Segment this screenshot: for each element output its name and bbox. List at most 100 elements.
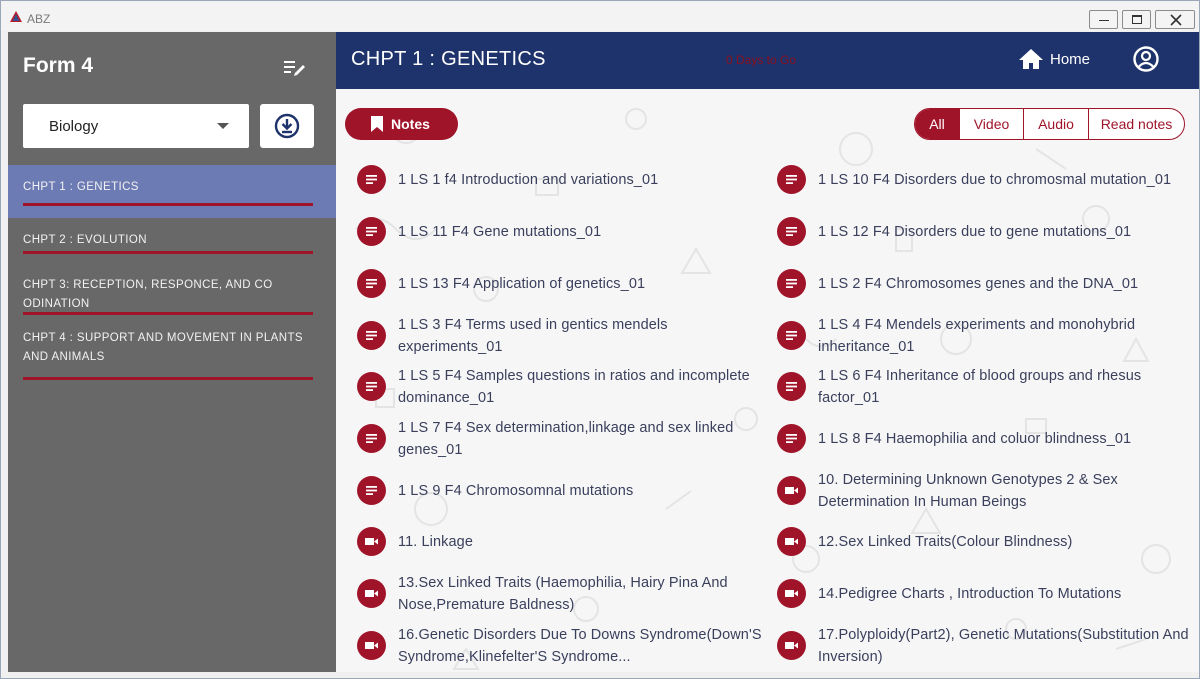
download-button[interactable] — [260, 104, 314, 148]
list-item-title: 12.Sex Linked Traits(Colour Blindness) — [818, 534, 1073, 550]
list-item[interactable]: 1 LS 10 F4 Disorders due to chromosmal m… — [777, 158, 1187, 202]
maximize-button[interactable] — [1122, 10, 1151, 29]
list-item[interactable]: 1 LS 3 F4 Terms used in gentics mendels … — [357, 314, 767, 358]
list-item[interactable]: 1 LS 12 F4 Disorders due to gene mutatio… — [777, 210, 1187, 254]
list-item-title: 1 LS 7 F4 Sex determination,linkage and … — [398, 420, 734, 458]
list-item[interactable]: 1 LS 7 F4 Sex determination,linkage and … — [357, 417, 767, 461]
chapter-item-evolution[interactable]: CHPT 2 : EVOLUTION — [8, 218, 336, 258]
list-item[interactable]: 1 LS 1 f4 Introduction and variations_01 — [357, 158, 767, 202]
list-item-title: 11. Linkage — [398, 534, 474, 550]
list-item-title: 1 LS 11 F4 Gene mutations_01 — [398, 224, 602, 240]
list-item-wrapper: 10. Determining Unknown Genotypes 2 & Se… — [818, 469, 1190, 513]
list-item-wrapper: 1 LS 5 F4 Samples questions in ratios an… — [398, 365, 770, 409]
list-item-wrapper: 13.Sex Linked Traits (Haemophilia, Hairy… — [398, 572, 770, 616]
list-item-title: 1 LS 10 F4 Disorders due to chromosmal m… — [818, 172, 1172, 188]
list-item-title: 1 LS 1 f4 Introduction and variations_01 — [398, 172, 659, 188]
home-icon — [1019, 49, 1043, 69]
subject-select[interactable]: Biology — [23, 104, 249, 148]
home-label: Home — [1050, 51, 1091, 68]
document-lines-icon — [777, 165, 806, 194]
list-item-wrapper: 1 LS 2 F4 Chromosomes genes and the DNA_… — [818, 262, 1190, 306]
app-window: ABZ Form 4 Biology CHPT 1: GENETICS CHP… — [0, 0, 1200, 679]
list-item[interactable]: 14.Pedigree Charts , Introduction To Mut… — [777, 572, 1187, 616]
document-lines-icon — [777, 269, 806, 298]
list-item-wrapper: 12.Sex Linked Traits(Colour Blindness) — [818, 520, 1190, 564]
app-title: ABZ — [27, 12, 51, 26]
list-item[interactable]: 1 LS 4 F4 Mendels experiments and monohy… — [777, 314, 1187, 358]
list-item-wrapper: 17.Polyploidy(Part2), Genetic Mutations(… — [818, 624, 1190, 668]
list-item-title: 1 LS 6 F4 Inheritance of blood groups an… — [818, 368, 1142, 406]
close-icon — [1170, 14, 1182, 26]
document-lines-icon — [357, 165, 386, 194]
list-item[interactable]: 1 LS 13 F4 Application of genetics_01 — [357, 262, 767, 306]
list-item-title: 1 LS 8 F4 Haemophilia and coluor blindne… — [818, 431, 1132, 447]
list-item-wrapper: 1 LS 4 F4 Mendels experiments and monohy… — [818, 314, 1190, 358]
minimize-button[interactable] — [1089, 10, 1118, 29]
document-lines-icon — [357, 476, 386, 505]
list-item[interactable]: 12.Sex Linked Traits(Colour Blindness) — [777, 520, 1187, 564]
list-item-wrapper: 1 LS 7 F4 Sex determination,linkage and … — [398, 417, 770, 461]
filter-tab-audio[interactable]: Audio — [1024, 109, 1089, 139]
list-item-title: 1 LS 4 F4 Mendels experiments and monohy… — [818, 317, 1136, 355]
page-title: CHPT 1 : GENETICS — [351, 48, 546, 70]
user-circle-icon[interactable] — [1132, 45, 1160, 73]
list-item-wrapper: 1 LS 12 F4 Disorders due to gene mutatio… — [818, 210, 1190, 254]
top-bar: CHPT 1 : GENETICS 0 Days to Go Home — [336, 32, 1199, 89]
list-item-wrapper: 1 LS 3 F4 Terms used in gentics mendels … — [398, 314, 770, 358]
list-item-wrapper: 1 LS 11 F4 Gene mutations_01 — [398, 210, 770, 254]
abz-logo-icon — [10, 11, 22, 22]
list-item-title: 16.Genetic Disorders Due To Downs Syndro… — [398, 627, 762, 665]
list-item-wrapper: 16.Genetic Disorders Due To Downs Syndro… — [398, 624, 770, 668]
filter-tab-video[interactable]: Video — [960, 109, 1024, 139]
list-item-wrapper: 1 LS 6 F4 Inheritance of blood groups an… — [818, 365, 1190, 409]
list-item[interactable]: 16.Genetic Disorders Due To Downs Syndro… — [357, 624, 767, 668]
chapter-item-genetics[interactable]: CHPT 1 : GENETICS — [8, 165, 336, 218]
notes-label: Notes — [391, 116, 430, 132]
edit-list-icon[interactable] — [283, 57, 305, 77]
list-item[interactable]: 1 LS 2 F4 Chromosomes genes and the DNA_… — [777, 262, 1187, 306]
bookmark-icon — [371, 116, 383, 132]
video-camera-icon — [357, 527, 386, 556]
chapter-label: CHPT 1 : GENETICS — [23, 181, 139, 193]
document-lines-icon — [357, 424, 386, 453]
chapter-item-support[interactable]: CHPT 4 : SUPPORT AND MOVEMENT IN PLANTS … — [8, 326, 336, 382]
video-camera-icon — [357, 579, 386, 608]
list-item-wrapper: 1 LS 13 F4 Application of genetics_01 — [398, 262, 770, 306]
list-item-wrapper: 11. Linkage — [398, 520, 770, 564]
list-item-title: 17.Polyploidy(Part2), Genetic Mutations(… — [818, 627, 1189, 665]
chapter-underline — [23, 251, 313, 254]
content-list: 1 LS 1 f4 Introduction and variations_01… — [336, 158, 1199, 672]
chapter-underline — [23, 203, 313, 206]
document-lines-icon — [357, 217, 386, 246]
maximize-icon — [1132, 15, 1142, 24]
list-item[interactable]: 11. Linkage — [357, 520, 767, 564]
list-item[interactable]: 10. Determining Unknown Genotypes 2 & Se… — [777, 469, 1187, 513]
media-filter-tabs: All Video Audio Read notes — [914, 108, 1185, 140]
document-lines-icon — [357, 321, 386, 350]
list-item-title: 1 LS 2 F4 Chromosomes genes and the DNA_… — [818, 276, 1139, 292]
list-item[interactable]: 1 LS 9 F4 Chromosomnal mutations — [357, 469, 767, 513]
list-item[interactable]: 13.Sex Linked Traits (Haemophilia, Hairy… — [357, 572, 767, 616]
close-window-button[interactable] — [1155, 10, 1195, 29]
chapter-underline — [23, 377, 313, 380]
list-item[interactable]: 1 LS 11 F4 Gene mutations_01 — [357, 210, 767, 254]
list-item-title: 14.Pedigree Charts , Introduction To Mut… — [818, 586, 1122, 602]
filter-tab-read-notes[interactable]: Read notes — [1089, 109, 1184, 139]
list-item[interactable]: 1 LS 8 F4 Haemophilia and coluor blindne… — [777, 417, 1187, 461]
list-item[interactable]: 17.Polyploidy(Part2), Genetic Mutations(… — [777, 624, 1190, 668]
notes-button[interactable]: Notes — [345, 108, 458, 140]
list-item-title: 1 LS 9 F4 Chromosomnal mutations — [398, 483, 634, 499]
document-lines-icon — [357, 372, 386, 401]
chapter-underline — [23, 312, 313, 315]
chapter-item-reception[interactable]: CHPT 3: RECEPTION, RESPONCE, AND CO ODIN… — [8, 258, 336, 326]
list-item-wrapper: 1 LS 8 F4 Haemophilia and coluor blindne… — [818, 417, 1190, 461]
window-controls — [1089, 10, 1195, 29]
chapter-label: CHPT 2 : EVOLUTION — [23, 234, 147, 246]
list-item[interactable]: 1 LS 6 F4 Inheritance of blood groups an… — [777, 365, 1187, 409]
filter-tab-all[interactable]: All — [915, 109, 960, 139]
list-item-wrapper: 1 LS 9 F4 Chromosomnal mutations — [398, 469, 770, 513]
document-lines-icon — [777, 217, 806, 246]
list-item[interactable]: 1 LS 5 F4 Samples questions in ratios an… — [357, 365, 767, 409]
list-item-title: 1 LS 3 F4 Terms used in gentics mendels … — [398, 317, 668, 355]
document-lines-icon — [777, 321, 806, 350]
